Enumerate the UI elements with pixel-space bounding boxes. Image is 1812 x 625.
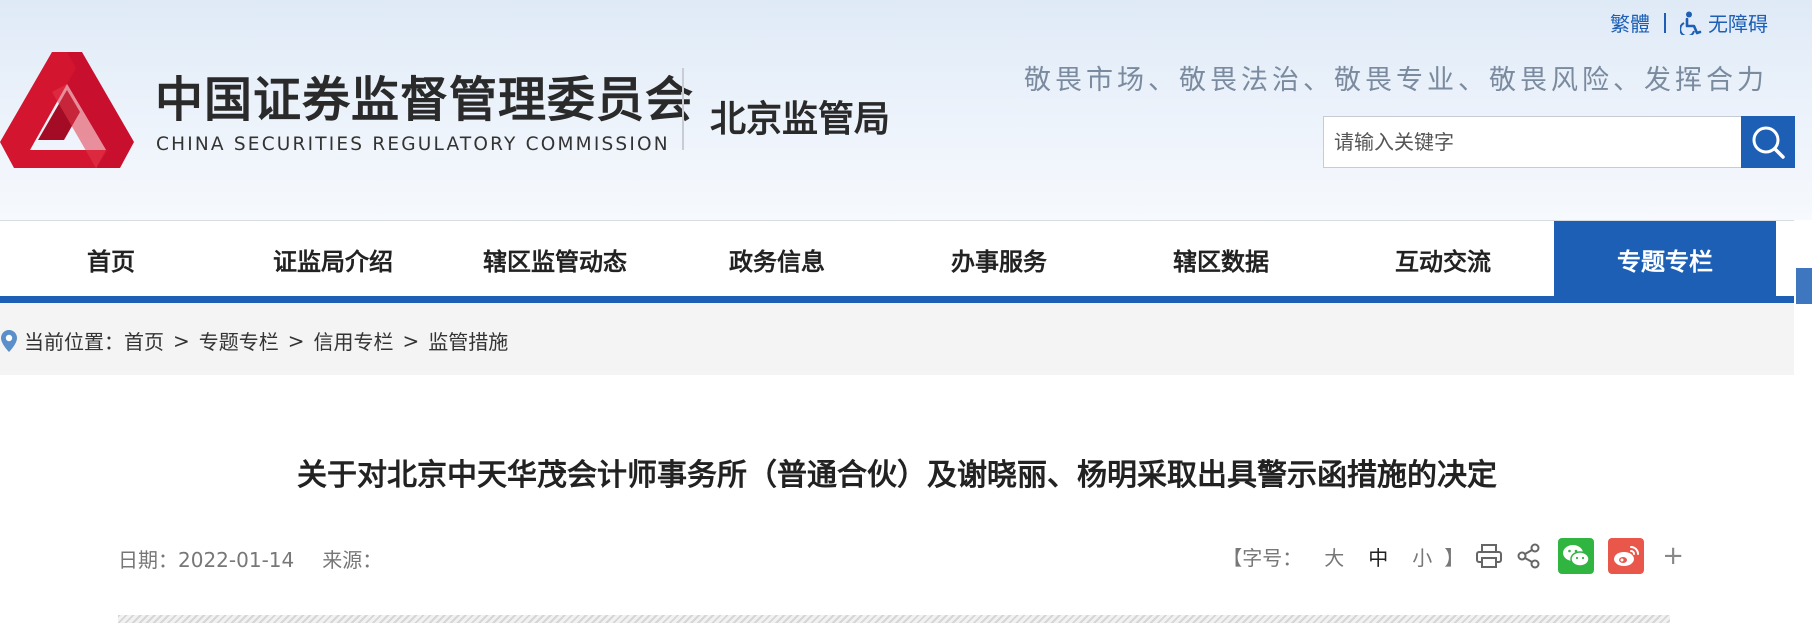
search-input[interactable] bbox=[1323, 116, 1741, 168]
weibo-share-button[interactable] bbox=[1608, 538, 1645, 574]
share-icon bbox=[1517, 543, 1540, 569]
breadcrumb-regulatory-measures[interactable]: 监管措施 bbox=[428, 326, 508, 355]
font-size-small[interactable]: 小 bbox=[1412, 542, 1432, 571]
article-meta: 日期：2022-01-14 来源： bbox=[118, 544, 382, 573]
nav-item-services[interactable]: 办事服务 bbox=[888, 221, 1110, 297]
bureau-name: 北京监管局 bbox=[710, 99, 891, 140]
article-area bbox=[0, 375, 1794, 625]
location-pin-icon bbox=[1, 329, 17, 352]
share-button[interactable] bbox=[1514, 541, 1544, 571]
nav-item-government-info[interactable]: 政务信息 bbox=[666, 221, 888, 297]
traditional-chinese-link[interactable]: 繁體 bbox=[1610, 8, 1650, 37]
breadcrumb-prefix: 当前位置： bbox=[24, 330, 124, 354]
source-label: 来源： bbox=[322, 548, 383, 572]
breadcrumb-credit-column[interactable]: 信用专栏 bbox=[314, 326, 394, 355]
accessibility-label: 无障碍 bbox=[1708, 12, 1768, 36]
header-divider bbox=[682, 68, 684, 150]
breadcrumb-separator: > bbox=[173, 328, 190, 353]
csrc-logo-icon[interactable] bbox=[0, 50, 134, 170]
nav-underline bbox=[0, 296, 1794, 303]
search-icon bbox=[1752, 126, 1785, 159]
article-tools: 【字号： 大 中 小 】 + bbox=[1222, 538, 1684, 574]
search-box bbox=[1323, 116, 1795, 168]
font-size-label: 【字号： bbox=[1222, 545, 1303, 570]
nav-item-regulatory-news[interactable]: 辖区监管动态 bbox=[444, 221, 666, 297]
top-links-separator bbox=[1664, 12, 1666, 33]
breadcrumb-special-topics[interactable]: 专题专栏 bbox=[199, 326, 279, 355]
wechat-icon bbox=[1563, 545, 1590, 567]
font-size-large[interactable]: 大 bbox=[1324, 542, 1344, 571]
nav-item-special-topics[interactable]: 专题专栏 bbox=[1554, 221, 1776, 297]
accessibility-link[interactable]: 无障碍 bbox=[1680, 8, 1768, 37]
search-button[interactable] bbox=[1741, 116, 1795, 168]
wechat-share-button[interactable] bbox=[1558, 538, 1595, 574]
weibo-icon bbox=[1614, 546, 1640, 566]
org-name-cn: 中国证券监督管理委员会 bbox=[155, 72, 695, 128]
nav-item-bureau-intro[interactable]: 证监局介绍 bbox=[222, 221, 444, 297]
nav-item-home[interactable]: 首页 bbox=[0, 221, 222, 297]
accessibility-icon bbox=[1680, 11, 1702, 35]
date-label: 日期： bbox=[118, 548, 178, 572]
top-links: 繁體 无障碍 bbox=[1610, 8, 1768, 37]
breadcrumb-separator: > bbox=[402, 328, 420, 353]
date-value: 2022-01-14 bbox=[178, 548, 295, 572]
font-size-close: 】 bbox=[1444, 545, 1465, 570]
article-title: 关于对北京中天华茂会计师事务所（普通合伙）及谢晓丽、杨明采取出具警示函措施的决定 bbox=[297, 458, 1497, 493]
print-button[interactable] bbox=[1474, 541, 1504, 571]
scroll-edge-strip bbox=[1796, 268, 1812, 304]
site-header: 中国证券监督管理委员会 CHINA SECURITIES REGULATORY … bbox=[0, 0, 1812, 220]
content-divider bbox=[118, 615, 1670, 623]
nav-item-district-data[interactable]: 辖区数据 bbox=[1110, 221, 1332, 297]
article-source: 来源： bbox=[322, 544, 382, 573]
article-date: 日期：2022-01-14 bbox=[118, 544, 294, 573]
more-share-button[interactable]: + bbox=[1662, 541, 1684, 571]
slogan: 敬畏市场、敬畏法治、敬畏专业、敬畏风险、发挥合力 bbox=[1024, 65, 1768, 96]
nav-item-interaction[interactable]: 互动交流 bbox=[1332, 221, 1554, 297]
breadcrumb: 当前位置： 首页 > 专题专栏 > 信用专栏 > 监管措施 bbox=[0, 326, 508, 355]
main-nav: 首页 证监局介绍 辖区监管动态 政务信息 办事服务 辖区数据 互动交流 专题专栏 bbox=[0, 220, 1794, 297]
print-icon bbox=[1476, 544, 1503, 568]
org-name-en: CHINA SECURITIES REGULATORY COMMISSION bbox=[156, 134, 670, 155]
breadcrumb-home[interactable]: 首页 bbox=[124, 326, 164, 355]
font-size-medium[interactable]: 中 bbox=[1368, 542, 1388, 571]
breadcrumb-separator: > bbox=[287, 328, 305, 353]
